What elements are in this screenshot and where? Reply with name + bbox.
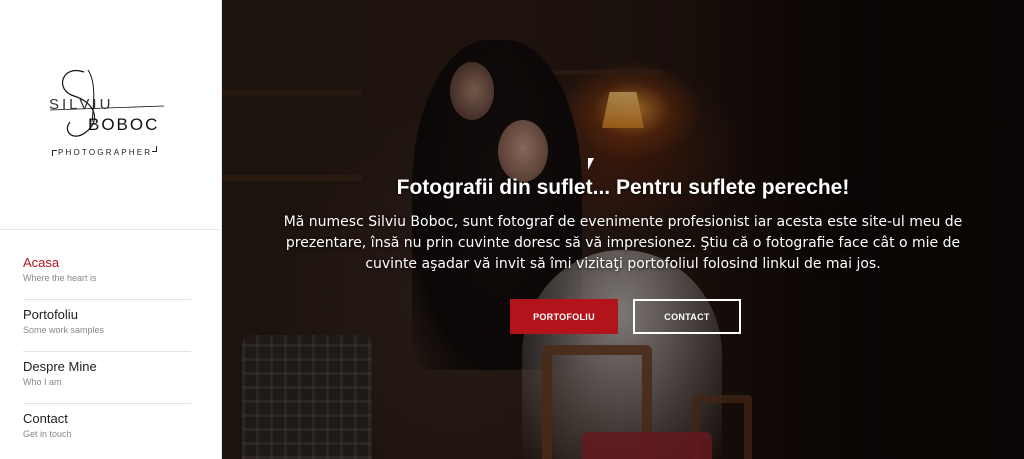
main-nav: Acasa Where the heart is Portofoliu Some…: [23, 248, 191, 456]
portfolio-button[interactable]: PORTOFOLIU: [510, 299, 618, 334]
nav-item-portofoliu[interactable]: Portofoliu Some work samples: [23, 300, 191, 352]
logo-last-name: BOBOC: [88, 115, 160, 134]
hero-description: Mă numesc Silviu Boboc, sunt fotograf de…: [283, 214, 963, 272]
nav-item-title: Acasa: [23, 255, 60, 270]
nav-item-contact[interactable]: Contact Get in touch: [23, 404, 191, 456]
logo-bracket-left: [52, 150, 57, 156]
logo-bracket-right: [152, 146, 157, 152]
logo[interactable]: SILVIU BOBOC PHOTOGRAPHER: [44, 62, 174, 172]
nav-item-acasa[interactable]: Acasa Where the heart is: [23, 248, 191, 300]
nav-item-subtitle: Get in touch: [23, 429, 72, 439]
nav-item-subtitle: Who I am: [23, 377, 62, 387]
nav-item-title: Portofoliu: [23, 307, 78, 322]
hero-title: Fotografii din suflet... Pentru suflete …: [396, 176, 850, 199]
sidebar-divider: [0, 229, 222, 230]
logo-first-name: SILVIU: [49, 96, 114, 113]
nav-item-despre-mine[interactable]: Despre Mine Who I am: [23, 352, 191, 404]
hero-section: Fotografii din suflet... Pentru suflete …: [222, 0, 1024, 459]
nav-item-subtitle: Some work samples: [23, 325, 105, 335]
mouse-cursor-icon: [588, 158, 594, 170]
nav-item-subtitle: Where the heart is: [23, 273, 97, 283]
nav-item-title: Despre Mine: [23, 359, 97, 374]
nav-item-title: Contact: [23, 411, 68, 426]
contact-button[interactable]: CONTACT: [633, 299, 741, 334]
sidebar: SILVIU BOBOC PHOTOGRAPHER Acasa Where th…: [0, 0, 222, 459]
logo-tagline: PHOTOGRAPHER: [58, 148, 153, 157]
